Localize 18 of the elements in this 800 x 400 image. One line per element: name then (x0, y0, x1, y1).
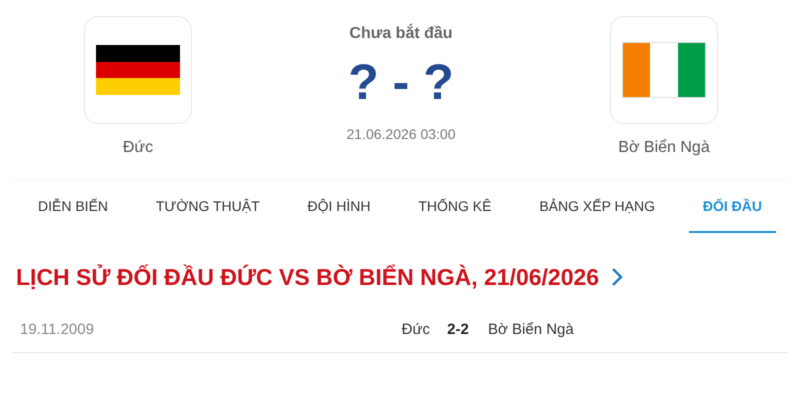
team-name: Đức (122, 138, 154, 158)
flag-icon (96, 45, 180, 95)
tab[interactable]: TƯỜNG THUẬT (142, 181, 274, 233)
tab[interactable]: BẢNG XẾP HẠNG (525, 181, 669, 233)
match-date: 19.11.2009 (20, 320, 95, 340)
match-status: Chưa bắt đầu (349, 22, 453, 44)
team-name: Bờ Biển Ngà (618, 138, 710, 158)
tab[interactable]: THỐNG KÊ (404, 181, 506, 233)
chevron-right-icon[interactable] (611, 267, 624, 288)
home-team: Đức (400, 320, 430, 340)
score: ? - ? (348, 53, 454, 112)
tab[interactable]: DIỄN BIẾN (24, 181, 122, 233)
tab[interactable]: ĐỘI HÌNH (294, 181, 385, 233)
match-datetime: 21.06.2026 03:00 (346, 125, 456, 144)
match-score: 2-2 (446, 320, 470, 340)
section-title: LỊCH SỬ ĐỐI ĐẦU ĐỨC VS BỜ BIỂN NGÀ, 21/06/2026 (16, 263, 600, 292)
flag-icon (622, 42, 706, 98)
away-team: Bờ Biển Ngà (488, 320, 574, 340)
